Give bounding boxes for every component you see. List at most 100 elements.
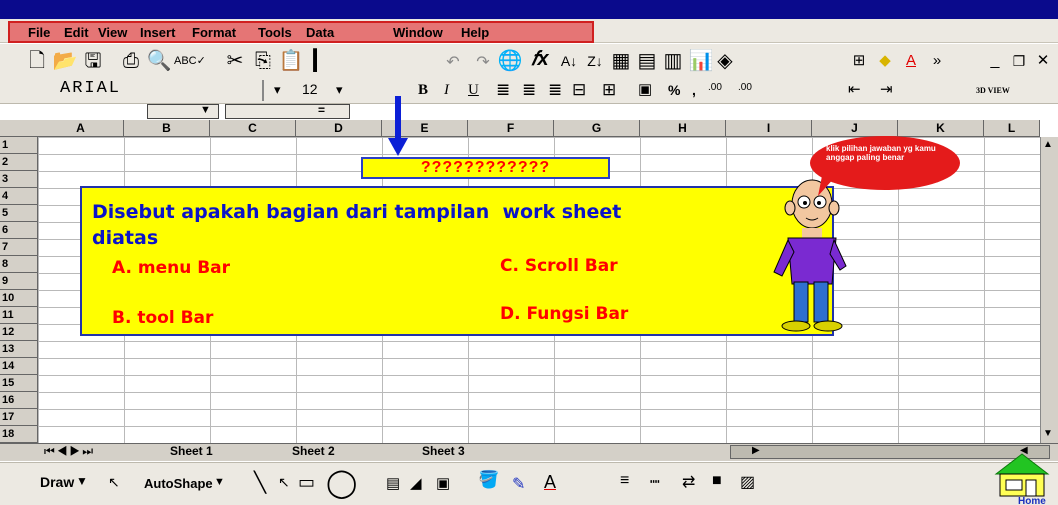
oval-icon[interactable]: ◯	[326, 466, 357, 499]
format-painter-icon[interactable]: ▎	[308, 50, 334, 72]
line-style-icon[interactable]: ≡	[620, 472, 629, 490]
minimize-icon[interactable]: _	[982, 50, 1008, 72]
comma-icon[interactable]: ,	[692, 82, 696, 98]
print-icon[interactable]: ⎙	[118, 50, 144, 72]
menu-edit[interactable]: Edit	[64, 25, 89, 40]
scroll-down-icon[interactable]: ▼	[1043, 428, 1053, 439]
home-button[interactable]	[992, 452, 1052, 502]
bold-button[interactable]: B	[418, 82, 428, 99]
function-icon[interactable]: 𝑓x	[527, 48, 553, 70]
menu-view[interactable]: View	[98, 25, 127, 40]
font-size-value[interactable]: 12	[302, 81, 330, 101]
sort-ascending-icon[interactable]: A↓	[556, 50, 582, 72]
textbox-icon[interactable]: ▤	[386, 474, 400, 492]
paste-icon[interactable]: 📋	[278, 50, 304, 72]
sheet-nav-icons[interactable]: ⏮◀▶⏭	[44, 444, 95, 459]
copy-icon[interactable]: ⎘	[250, 50, 276, 72]
column-header[interactable]: B	[124, 120, 210, 137]
autoshape-button[interactable]: AutoShape	[144, 476, 213, 491]
shadow-icon[interactable]: ■	[712, 472, 722, 490]
menu-insert[interactable]: Insert	[140, 25, 175, 40]
row-header[interactable]: 4	[0, 188, 38, 205]
answer-b-button[interactable]: B. tool Bar	[112, 308, 213, 328]
close-icon[interactable]: ✕	[1030, 50, 1056, 72]
italic-button[interactable]: I	[444, 82, 449, 99]
dash-style-icon[interactable]: ┉	[650, 472, 660, 492]
arrow-style-icon[interactable]: ⇄	[682, 472, 695, 492]
column-header[interactable]: G	[554, 120, 640, 137]
decrease-indent-icon[interactable]: ⇤	[848, 80, 861, 98]
increase-decimal-icon[interactable]: .00	[708, 82, 722, 93]
menu-file[interactable]: File	[28, 25, 50, 40]
new-file-icon[interactable]: 🗋	[24, 50, 50, 72]
select-pointer-icon[interactable]: ↖	[108, 474, 120, 491]
menu-format[interactable]: Format	[192, 25, 236, 40]
font-dropdown-icon[interactable]: ▾	[274, 82, 281, 98]
tab-sheet-2[interactable]: Sheet 2	[292, 444, 335, 458]
row-header[interactable]: 3	[0, 171, 38, 188]
row-header[interactable]: 15	[0, 375, 38, 392]
scroll-up-icon[interactable]: ▲	[1043, 139, 1053, 150]
column-header[interactable]: C	[210, 120, 296, 137]
column-header[interactable]: J	[812, 120, 898, 137]
fill-color-icon[interactable]: ◆	[872, 50, 898, 72]
underline-button[interactable]: U	[468, 82, 479, 99]
clipart-icon[interactable]: ▣	[436, 474, 450, 492]
namebox-dropdown-icon[interactable]: ▼	[200, 104, 211, 116]
draw-dropdown-icon[interactable]: ▼	[76, 474, 88, 488]
autoshape-dropdown-icon[interactable]: ▼	[214, 476, 225, 488]
draw-menu-button[interactable]: Draw	[40, 474, 74, 490]
row-header[interactable]: 5	[0, 205, 38, 222]
row-header[interactable]: 18	[0, 426, 38, 443]
currency-icon[interactable]: ▣	[638, 80, 652, 98]
more-buttons-icon[interactable]: »	[924, 50, 950, 72]
row-header[interactable]: 17	[0, 409, 38, 426]
hyperlink-globe-icon[interactable]: 🌐	[497, 50, 523, 72]
tab-sheet-1[interactable]: Sheet 1	[170, 444, 213, 458]
column-header[interactable]: K	[898, 120, 984, 137]
row-header[interactable]: 10	[0, 290, 38, 307]
decrease-decimal-icon[interactable]: .00	[738, 82, 752, 93]
row-header[interactable]: 12	[0, 324, 38, 341]
row-header[interactable]: 8	[0, 256, 38, 273]
undo-icon[interactable]: ↶	[440, 52, 466, 74]
column-header[interactable]: F	[468, 120, 554, 137]
row-header[interactable]: 14	[0, 358, 38, 375]
row-header[interactable]: 9	[0, 273, 38, 290]
align-right-icon[interactable]: ≣	[548, 80, 562, 100]
answer-d-button[interactable]: D. Fungsi Bar	[500, 304, 628, 324]
answer-a-button[interactable]: A. menu Bar	[112, 258, 230, 278]
answer-c-button[interactable]: C. Scroll Bar	[500, 256, 618, 276]
row-header[interactable]: 2	[0, 154, 38, 171]
row-header[interactable]: 16	[0, 392, 38, 409]
equals-icon[interactable]: =	[318, 103, 325, 117]
3d-icon[interactable]: ▨	[740, 472, 755, 492]
formula-input[interactable]	[225, 104, 350, 119]
bar-chart-icon[interactable]: 📊	[688, 50, 714, 72]
row-header[interactable]: 1	[0, 137, 38, 154]
restore-icon[interactable]: ❐	[1006, 50, 1032, 72]
row-header[interactable]: 6	[0, 222, 38, 239]
draw-font-color-icon[interactable]: A	[544, 472, 556, 493]
open-folder-icon[interactable]: 📂	[52, 50, 78, 72]
menu-tools[interactable]: Tools	[258, 25, 292, 40]
arrow-icon[interactable]: ↖	[278, 474, 290, 491]
chart-wizard-icon[interactable]: ▦	[608, 50, 634, 72]
vertical-scrollbar[interactable]	[1040, 137, 1058, 443]
redo-icon[interactable]: ↷	[470, 52, 496, 74]
align-left-icon[interactable]: ≣	[496, 80, 510, 100]
increase-indent-icon[interactable]: ⇥	[880, 80, 893, 98]
row-header[interactable]: 11	[0, 307, 38, 324]
column-header[interactable]: I	[726, 120, 812, 137]
size-dropdown-icon[interactable]: ▾	[336, 82, 343, 98]
wordart-icon[interactable]: ◢	[410, 474, 422, 492]
zoom-icon[interactable]: ◈	[712, 50, 738, 72]
tab-sheet-3[interactable]: Sheet 3	[422, 444, 465, 458]
3d-view-label[interactable]: 3D VIEW	[976, 86, 1010, 95]
column-header[interactable]: A	[38, 120, 124, 137]
line-icon[interactable]: ╲	[254, 470, 266, 495]
drawing-icon[interactable]: ▥	[660, 50, 686, 72]
map-icon[interactable]: ▤	[634, 50, 660, 72]
merge-center-icon[interactable]: ⊟	[572, 80, 586, 100]
sort-descending-icon[interactable]: Z↓	[582, 50, 608, 72]
